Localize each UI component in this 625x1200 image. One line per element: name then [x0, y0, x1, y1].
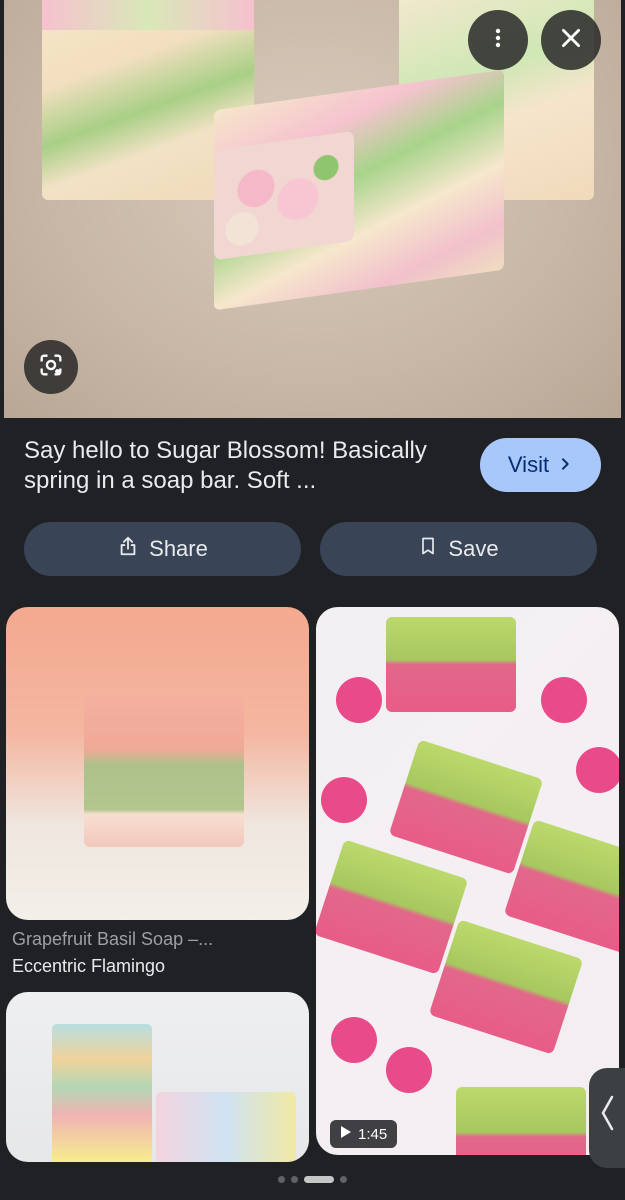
google-lens-button[interactable] — [24, 340, 78, 394]
related-source-1[interactable]: Eccentric Flamingo — [12, 956, 165, 977]
save-label: Save — [448, 536, 499, 561]
related-title-1[interactable]: Grapefruit Basil Soap –... — [12, 929, 213, 950]
related-image-1[interactable] — [6, 607, 309, 920]
close-icon — [558, 25, 584, 56]
side-panel-handle[interactable] — [589, 1068, 625, 1168]
flower — [321, 777, 367, 823]
page-dot-active — [304, 1176, 334, 1183]
soap-bar — [316, 839, 469, 975]
page-dot — [278, 1176, 285, 1183]
flower — [336, 677, 382, 723]
page-indicator — [0, 1176, 625, 1183]
flower — [331, 1017, 377, 1063]
flower — [576, 747, 619, 793]
soap-bar — [52, 1024, 152, 1162]
page-dot — [291, 1176, 298, 1183]
soap-bar — [156, 1092, 296, 1162]
related-image-3[interactable] — [6, 992, 309, 1162]
video-duration-badge: 1:45 — [330, 1120, 398, 1148]
result-title[interactable]: Say hello to Sugar Blossom! Basically sp… — [24, 436, 464, 496]
more-options-button[interactable] — [468, 10, 528, 70]
share-button[interactable]: Share — [24, 522, 301, 576]
bookmark-icon — [418, 535, 438, 563]
share-label: Share — [149, 536, 208, 561]
save-button[interactable]: Save — [320, 522, 597, 576]
google-lens-icon — [37, 351, 65, 384]
play-icon — [340, 1125, 352, 1143]
soap-bar-center — [214, 69, 504, 311]
flower — [386, 1047, 432, 1093]
main-image[interactable] — [4, 0, 621, 418]
soap-bar — [428, 919, 584, 1055]
visit-button[interactable]: Visit — [480, 438, 601, 492]
soap-bar — [84, 697, 244, 847]
close-button[interactable] — [541, 10, 601, 70]
flower — [541, 677, 587, 723]
more-vert-icon — [486, 26, 510, 55]
soap-bar — [388, 739, 544, 875]
chevron-left-icon — [599, 1093, 615, 1143]
duration-label: 1:45 — [358, 1125, 388, 1143]
page-dot — [340, 1176, 347, 1183]
visit-label: Visit — [507, 452, 550, 477]
soap-bar — [386, 617, 516, 712]
related-video-2[interactable] — [316, 607, 619, 1155]
soap-bar — [456, 1087, 586, 1155]
share-icon — [117, 535, 139, 563]
chevron-right-icon — [557, 452, 573, 478]
